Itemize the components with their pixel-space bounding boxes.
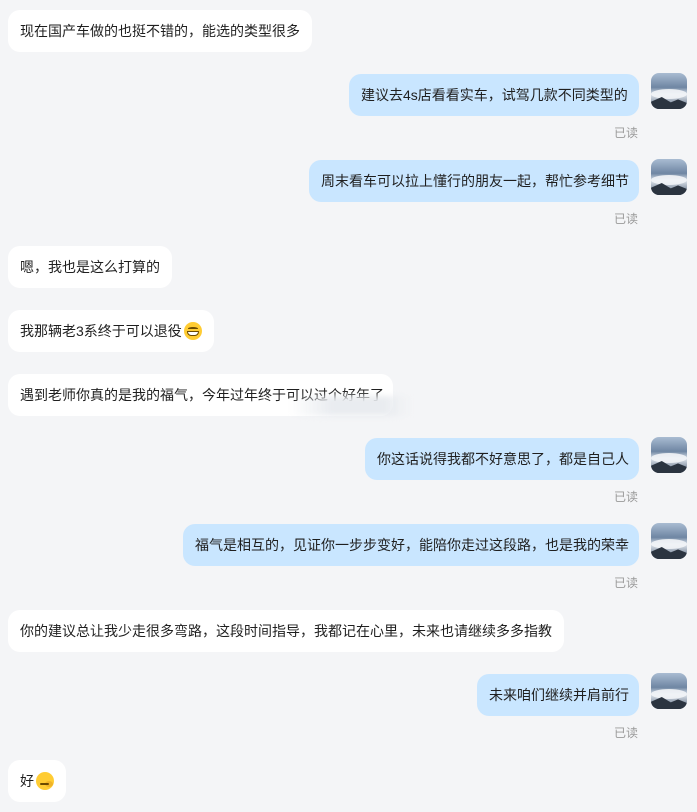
user-avatar[interactable]: [651, 673, 687, 709]
message-bubble-outgoing[interactable]: 福气是相互的，见证你一步步变好，能陪你走过这段路，也是我的荣幸: [183, 524, 639, 566]
message-text: 好: [20, 773, 34, 789]
user-avatar[interactable]: [651, 523, 687, 559]
message-bubble-incoming[interactable]: 你的建议总让我少走很多弯路，这段时间指导，我都记在心里，未来也请继续多多指教: [8, 610, 564, 652]
message-text: 你这话说得我都不好意思了，都是自己人: [377, 451, 629, 467]
message-text: 嗯，我也是这么打算的: [20, 259, 160, 275]
message-text: 建议去4s店看看实车，试驾几款不同类型的: [361, 87, 628, 103]
message-bubble-outgoing[interactable]: 你这话说得我都不好意思了，都是自己人: [365, 438, 639, 480]
message-text: 你的建议总让我少走很多弯路，这段时间指导，我都记在心里，未来也请继续多多指教: [20, 623, 552, 639]
message-bubble-incoming[interactable]: 现在国产车做的也挺不错的，能选的类型很多: [8, 10, 312, 52]
read-receipt: 已读: [613, 576, 638, 590]
read-receipt: 已读: [613, 212, 638, 226]
smirking-face-emoji: [36, 772, 54, 790]
message-text: 现在国产车做的也挺不错的，能选的类型很多: [20, 23, 300, 39]
message-bubble-outgoing[interactable]: 未来咱们继续并肩前行: [477, 674, 639, 716]
message-bubble-outgoing[interactable]: 周末看车可以拉上懂行的朋友一起，帮忙参考细节: [309, 160, 639, 202]
grinning-face-emoji: [183, 322, 202, 340]
user-avatar[interactable]: [651, 437, 687, 473]
read-receipt: 已读: [613, 126, 638, 140]
message-text: 周末看车可以拉上懂行的朋友一起，帮忙参考细节: [321, 173, 629, 189]
message-text: 我那辆老3系终于可以退役: [20, 323, 182, 339]
message-bubble-incoming[interactable]: 嗯，我也是这么打算的: [8, 246, 172, 288]
message-text: 未来咱们继续并肩前行: [489, 687, 629, 703]
read-receipt: 已读: [613, 726, 638, 740]
blurred-overlay: [290, 396, 410, 416]
message-text: 福气是相互的，见证你一步步变好，能陪你走过这段路，也是我的荣幸: [195, 537, 629, 553]
message-bubble-incoming[interactable]: 好: [8, 760, 66, 802]
user-avatar[interactable]: [651, 73, 687, 109]
message-bubble-outgoing[interactable]: 建议去4s店看看实车，试驾几款不同类型的: [349, 74, 639, 116]
user-avatar[interactable]: [651, 159, 687, 195]
read-receipt: 已读: [613, 490, 638, 504]
message-bubble-incoming[interactable]: 我那辆老3系终于可以退役: [8, 310, 214, 352]
